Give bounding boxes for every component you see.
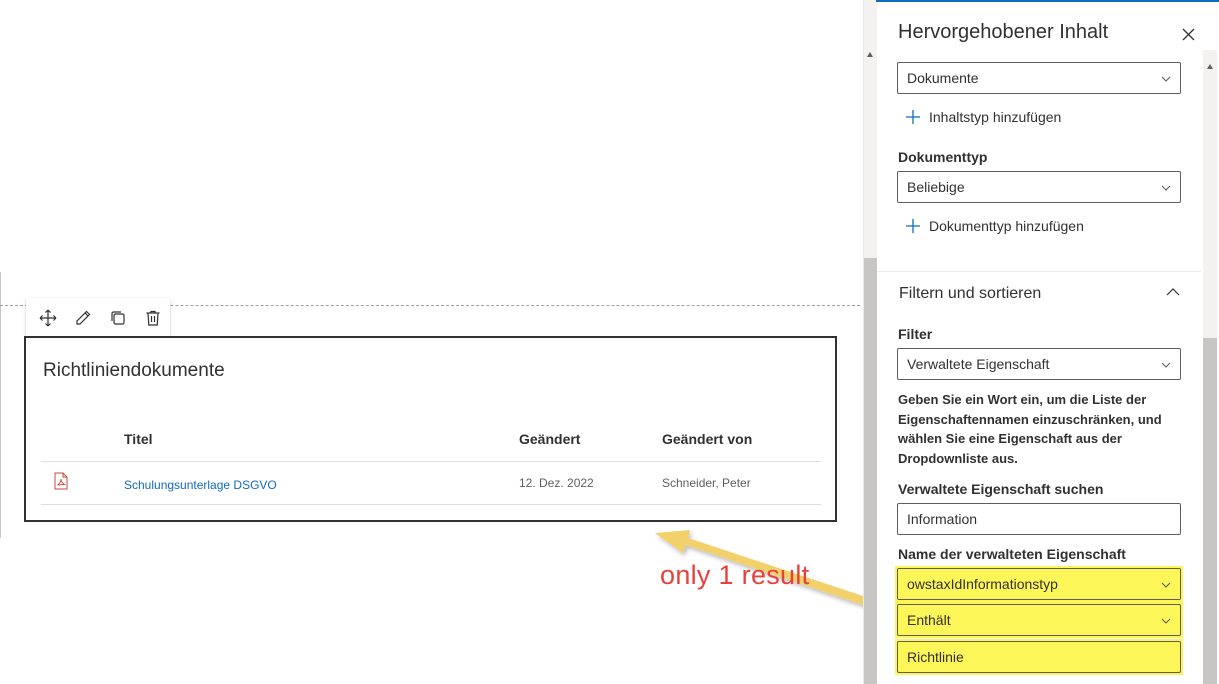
chevron-down-icon [1161, 618, 1171, 624]
group-divider [877, 271, 1201, 272]
close-button[interactable] [1178, 24, 1198, 44]
document-modified-by: Schneider, Peter [662, 476, 751, 490]
document-type-dropdown[interactable]: Beliebige [897, 171, 1181, 203]
property-name-label: Name der verwalteten Eigenschaft [898, 546, 1126, 562]
filter-value: Verwaltete Eigenschaft [907, 356, 1050, 372]
chevron-down-icon [1161, 76, 1171, 82]
plus-icon [906, 110, 920, 124]
document-type-label: Dokumenttyp [898, 149, 988, 165]
chevron-down-icon [1161, 582, 1171, 588]
chevron-down-icon [1161, 362, 1171, 368]
content-type-value: Dokumente [907, 70, 979, 86]
duplicate-button[interactable] [100, 298, 135, 337]
pane-accent-line [876, 0, 1219, 2]
search-property-input[interactable]: Information [897, 503, 1181, 535]
column-header-modified[interactable]: Geändert [519, 431, 580, 447]
move-icon [39, 309, 56, 326]
delete-button[interactable] [135, 298, 170, 337]
add-content-type-button[interactable]: Inhaltstyp hinzufügen [906, 109, 1061, 125]
pdf-document-icon [54, 472, 68, 490]
pane-title: Hervorgehobener Inhalt [898, 21, 1109, 43]
filter-description: Geben Sie ein Wort ein, um die Liste der… [898, 392, 1162, 466]
scroll-up-arrow-icon[interactable] [867, 52, 873, 57]
property-pane: Hervorgehobener Inhalt Dokumente Inhalts… [863, 0, 1219, 684]
search-property-label: Verwaltete Eigenschaft suchen [898, 481, 1104, 497]
chevron-up-icon[interactable] [1166, 287, 1180, 297]
document-modified-date: 12. Dez. 2022 [519, 476, 594, 490]
plus-icon [906, 219, 920, 233]
property-name-value: owstaxIdInformationstyp [907, 576, 1058, 592]
webpart-title: Richtliniendokumente [43, 360, 225, 381]
section-left-edge [0, 272, 1, 538]
document-title-link[interactable]: Schulungsunterlage DSGVO [124, 478, 277, 492]
content-type-dropdown[interactable]: Dokumente [897, 62, 1181, 94]
pane-scrollbar[interactable] [1203, 50, 1217, 684]
scroll-up-arrow-icon[interactable] [1207, 64, 1213, 69]
delete-icon [146, 310, 159, 326]
add-document-type-label: Dokumenttyp hinzufügen [929, 218, 1084, 234]
move-button[interactable] [30, 298, 65, 337]
search-property-value: Information [907, 511, 978, 527]
property-name-dropdown[interactable]: owstaxIdInformationstyp [897, 568, 1181, 600]
filter-label: Filter [898, 326, 933, 342]
column-header-title[interactable]: Titel [124, 431, 153, 447]
filter-dropdown[interactable]: Verwaltete Eigenschaft [897, 348, 1181, 380]
filter-sort-group-header[interactable]: Filtern und sortieren [899, 285, 1041, 303]
column-header-modified-by[interactable]: Geändert von [662, 431, 752, 447]
operator-value: Enthält [907, 612, 951, 628]
webpart-toolbar [26, 298, 170, 337]
duplicate-icon [110, 310, 125, 325]
canvas-scrollbar-thumb[interactable] [864, 258, 877, 684]
edit-icon [75, 310, 90, 325]
row-separator [41, 504, 821, 505]
highlighted-content-webpart[interactable]: Richtliniendokumente Titel Geändert Geän… [24, 336, 837, 522]
pane-scrollbar-thumb[interactable] [1203, 338, 1217, 684]
document-type-value: Beliebige [907, 179, 965, 195]
filter-text-input[interactable]: Richtlinie [897, 641, 1181, 673]
canvas-scrollbar[interactable] [864, 0, 877, 684]
operator-dropdown[interactable]: Enthält [897, 604, 1181, 636]
add-document-type-button[interactable]: Dokumenttyp hinzufügen [906, 218, 1084, 234]
chevron-down-icon [1161, 185, 1171, 191]
header-separator [41, 461, 821, 462]
filter-text-value: Richtlinie [907, 649, 964, 665]
annotation-text: only 1 result [660, 560, 810, 590]
close-icon [1182, 28, 1194, 40]
edit-button[interactable] [65, 298, 100, 337]
add-content-type-label: Inhaltstyp hinzufügen [929, 109, 1062, 125]
